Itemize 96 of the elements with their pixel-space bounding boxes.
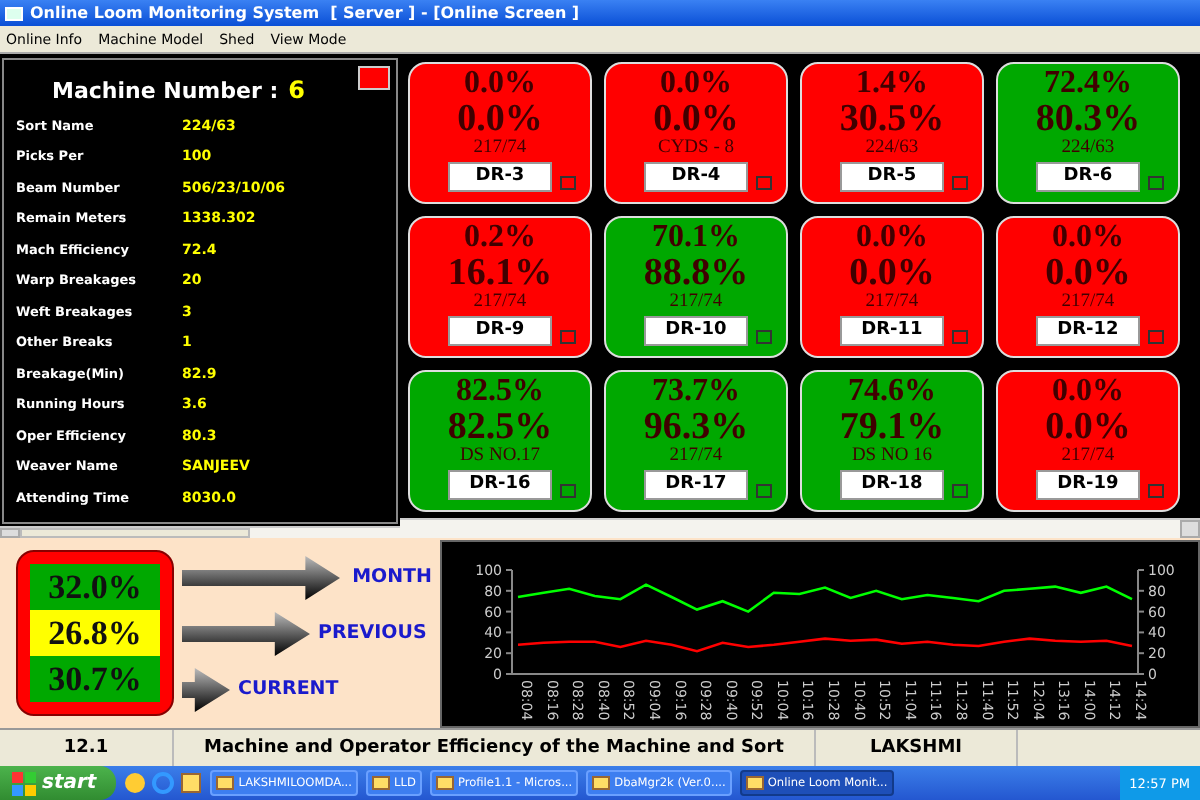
sort-name: 217/74 xyxy=(865,294,919,313)
machine-name-label: DR-5 xyxy=(840,161,944,191)
machine-number: 6 xyxy=(288,76,305,104)
sort-name: DS NO.17 xyxy=(459,448,541,467)
arrow-icon xyxy=(182,611,310,655)
efficiency-value: 26.8% xyxy=(30,610,160,656)
sort-name: DS NO 16 xyxy=(851,448,933,467)
small-square-icon xyxy=(1148,175,1164,189)
sort-name: 224/63 xyxy=(1061,140,1115,159)
horizontal-scrollbar[interactable] xyxy=(0,525,400,538)
browser-icon[interactable] xyxy=(152,772,175,794)
quick-launch-icon[interactable] xyxy=(124,772,147,794)
operator-efficiency: 0.0% xyxy=(1045,254,1131,292)
machine-tile[interactable]: 70.1% 88.8% 217/74 DR-10 xyxy=(604,216,788,358)
operator-efficiency: 80.3% xyxy=(1035,100,1141,138)
machine-name-label: DR-11 xyxy=(840,315,944,345)
machine-number-label: Machine Number : xyxy=(52,78,279,104)
machine-tile[interactable]: 0.0% 0.0% 217/74 DR-12 xyxy=(996,216,1180,358)
small-square-icon xyxy=(1148,329,1164,343)
machine-efficiency: 82.5% xyxy=(456,376,544,408)
small-square-icon xyxy=(952,483,968,497)
machine-tile[interactable]: 0.0% 0.0% 217/74 DR-11 xyxy=(800,216,984,358)
operator-efficiency: 0.0% xyxy=(457,100,543,138)
machine-name-label: DR-12 xyxy=(1036,315,1140,345)
window-icon xyxy=(745,774,764,792)
window-icon xyxy=(372,774,390,792)
machine-efficiency: 0.0% xyxy=(1052,222,1124,254)
operator-efficiency: 88.8% xyxy=(643,254,749,292)
arrow-icon xyxy=(182,555,341,599)
small-square-icon xyxy=(756,175,772,189)
machine-tile[interactable]: 0.0% 0.0% CYDS - 8 DR-4 xyxy=(604,62,788,204)
sort-name: 217/74 xyxy=(473,294,527,313)
small-square-icon xyxy=(560,329,576,343)
machine-efficiency: 0.0% xyxy=(856,222,928,254)
machine-tile[interactable]: 82.5% 82.5% DS NO.17 DR-16 xyxy=(408,370,592,512)
sort-name: CYDS - 8 xyxy=(657,140,734,159)
sort-name: 224/63 xyxy=(865,140,919,159)
machine-name-label: DR-6 xyxy=(1036,161,1140,191)
machine-tile[interactable]: 0.2% 16.1% 217/74 DR-9 xyxy=(408,216,592,358)
machine-tile[interactable]: 0.0% 0.0% 217/74 DR-19 xyxy=(996,370,1180,512)
sort-name: 217/74 xyxy=(1061,294,1115,313)
small-square-icon xyxy=(756,329,772,343)
machine-efficiency: 74.6% xyxy=(848,376,936,408)
sort-name: 217/74 xyxy=(473,140,527,159)
machine-tile[interactable]: 73.7% 96.3% 217/74 DR-17 xyxy=(604,370,788,512)
operator-efficiency: 0.0% xyxy=(849,254,935,292)
operator-efficiency: 96.3% xyxy=(643,408,749,446)
operator-efficiency: 30.5% xyxy=(839,100,945,138)
operator-efficiency: 82.5% xyxy=(447,408,553,446)
operator-efficiency: 16.1% xyxy=(447,254,553,292)
machine-name-label: DR-19 xyxy=(1036,469,1140,499)
period-label: MONTH xyxy=(352,566,432,588)
machine-efficiency: 70.1% xyxy=(652,222,740,254)
window-icon xyxy=(592,774,611,792)
machine-efficiency: 0.0% xyxy=(464,68,536,100)
machine-efficiency: 72.4% xyxy=(1044,68,1132,100)
sort-name: 217/74 xyxy=(669,294,723,313)
machine-name-label: DR-3 xyxy=(448,161,552,191)
period-label: CURRENT xyxy=(238,678,339,700)
period-label: PREVIOUS xyxy=(318,622,427,644)
machine-name-label: DR-9 xyxy=(448,315,552,345)
quick-launch-icon[interactable] xyxy=(180,772,203,794)
machine-efficiency: 0.0% xyxy=(1052,376,1124,408)
operator-efficiency: 79.1% xyxy=(839,408,945,446)
app-icon xyxy=(4,3,24,23)
horizontal-scrollbar[interactable] xyxy=(400,518,1200,538)
window-icon xyxy=(435,774,454,792)
machine-efficiency: 0.2% xyxy=(464,222,536,254)
sort-name: 217/74 xyxy=(669,448,723,467)
efficiency-value: 30.7% xyxy=(30,656,160,702)
arrow-icon xyxy=(182,667,230,711)
window-title: Online Loom Monitoring System [ Server ] - [Online Screen ] xyxy=(30,4,580,22)
operator-efficiency: 0.0% xyxy=(653,100,739,138)
window-icon xyxy=(216,774,235,792)
sort-name: 217/74 xyxy=(1061,448,1115,467)
machine-tile[interactable]: 74.6% 79.1% DS NO 16 DR-18 xyxy=(800,370,984,512)
small-square-icon xyxy=(952,175,968,189)
windows-logo-icon xyxy=(12,771,36,795)
machine-tile[interactable]: 0.0% 0.0% 217/74 DR-3 xyxy=(408,62,592,204)
machine-efficiency: 0.0% xyxy=(660,68,732,100)
machine-name-label: DR-16 xyxy=(448,469,552,499)
small-square-icon xyxy=(756,483,772,497)
small-square-icon xyxy=(560,175,576,189)
machine-name-label: DR-4 xyxy=(644,161,748,191)
machine-efficiency: 73.7% xyxy=(652,376,740,408)
efficiency-value: 32.0% xyxy=(30,564,160,610)
machine-name-label: DR-17 xyxy=(644,469,748,499)
machine-name-label: DR-10 xyxy=(644,315,748,345)
machine-tile[interactable]: 1.4% 30.5% 224/63 DR-5 xyxy=(800,62,984,204)
small-square-icon xyxy=(952,329,968,343)
operator-efficiency: 0.0% xyxy=(1045,408,1131,446)
small-square-icon xyxy=(1148,483,1164,497)
machine-name-label: DR-18 xyxy=(840,469,944,499)
machine-tile[interactable]: 72.4% 80.3% 224/63 DR-6 xyxy=(996,62,1180,204)
small-square-icon xyxy=(560,483,576,497)
machine-efficiency: 1.4% xyxy=(856,68,928,100)
